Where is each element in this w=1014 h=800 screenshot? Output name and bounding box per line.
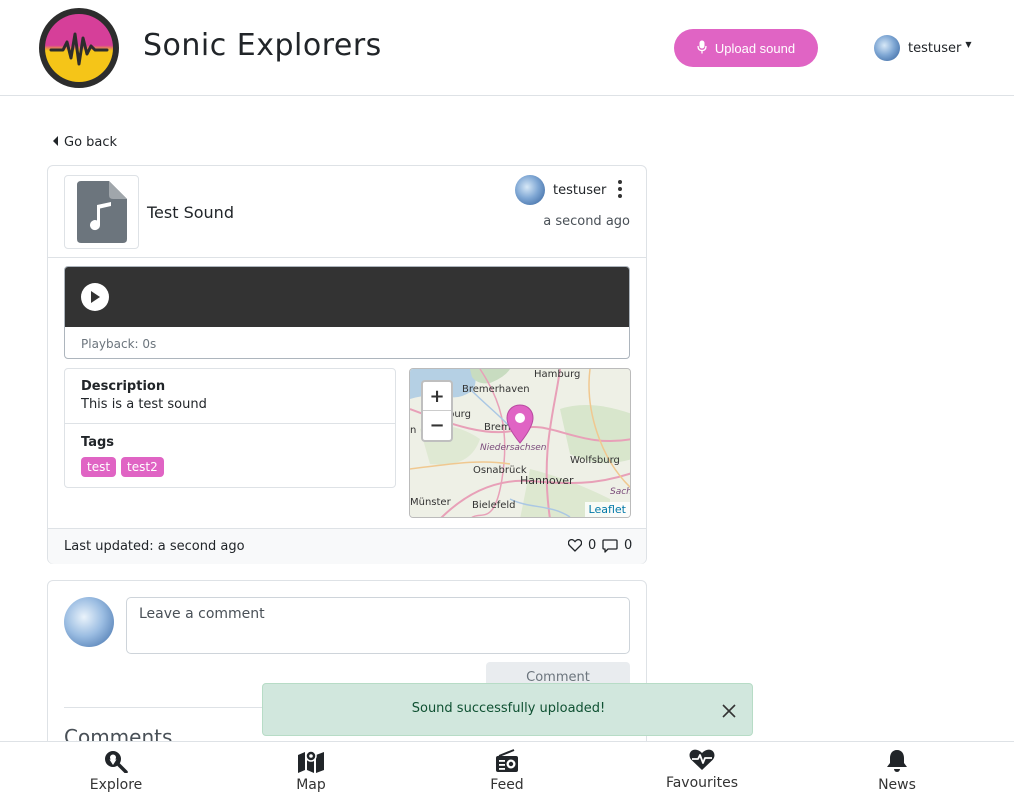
map-icon (298, 750, 324, 773)
audio-player: Playback: 0s (64, 266, 630, 359)
user-avatar (874, 35, 900, 61)
nav-feed-label: Feed (490, 777, 524, 793)
go-back-link[interactable]: Go back (53, 135, 117, 150)
nav-news-label: News (878, 777, 916, 793)
tag-list: test test2 (81, 457, 379, 477)
last-updated-text: Last updated: a second ago (64, 539, 245, 554)
leaflet-attribution-link[interactable]: Leaflet (584, 502, 630, 517)
zoom-in-button[interactable]: + (423, 382, 451, 411)
map-label: Bremerhaven (462, 384, 530, 395)
comment-icon (602, 538, 618, 553)
map-label: Sach (610, 487, 631, 497)
description-section: Description This is a test sound (65, 369, 395, 424)
current-user-avatar (64, 597, 114, 647)
app-logo[interactable] (39, 8, 119, 88)
chevron-left-icon (53, 135, 59, 150)
map-label: Osnabrück (473, 465, 527, 476)
radio-icon (496, 749, 518, 772)
map-label: Wolfsburg (570, 455, 620, 466)
description-text: This is a test sound (81, 397, 207, 412)
description-label: Description (81, 379, 166, 394)
tags-section: Tags test test2 (65, 425, 395, 487)
tag-chip[interactable]: test2 (121, 457, 164, 477)
tags-label: Tags (81, 435, 115, 450)
close-icon[interactable] (721, 703, 737, 719)
music-file-icon (76, 181, 127, 243)
success-toast: Sound successfully uploaded! (262, 683, 753, 736)
sound-card-footer: Last updated: a second ago 0 0 (48, 528, 646, 564)
bottom-navigation: Explore Map Feed Favourites News (0, 741, 1014, 800)
nav-map[interactable]: Map (251, 749, 371, 793)
nav-map-label: Map (296, 777, 326, 793)
comment-input[interactable] (126, 597, 630, 654)
waveform-area[interactable] (65, 267, 629, 327)
upload-sound-label: Upload sound (714, 40, 796, 56)
page: Sonic Explorers Upload sound testuser ▼ … (0, 0, 1014, 800)
map-label: n (410, 425, 417, 436)
zoom-out-button[interactable]: − (423, 411, 451, 440)
caret-down-icon: ▼ (965, 39, 972, 49)
sound-owner[interactable]: testuser (515, 175, 606, 205)
microphone-icon (697, 40, 707, 57)
sound-card: Test Sound testuser a second ago Playbac… (47, 165, 647, 564)
bell-icon (887, 750, 907, 772)
play-icon (91, 291, 100, 303)
nav-feed[interactable]: Feed (447, 749, 567, 793)
heart-icon (568, 539, 582, 552)
go-back-label: Go back (64, 135, 118, 150)
toast-message: Sound successfully uploaded! (411, 701, 606, 716)
map-label: Bielefeld (472, 500, 516, 511)
nav-news[interactable]: News (837, 749, 957, 793)
location-map[interactable]: Hamburg Bremerhaven Bremen Niedersachsen… (409, 368, 631, 518)
nav-explore[interactable]: Explore (56, 749, 176, 793)
like-button[interactable]: 0 (568, 538, 596, 553)
nav-favourites-label: Favourites (665, 775, 739, 791)
logo-icon (45, 14, 113, 82)
map-marker-icon[interactable] (506, 404, 534, 448)
username-label: testuser (908, 40, 962, 56)
top-navbar: Sonic Explorers Upload sound testuser ▼ (0, 0, 1014, 96)
upload-sound-button[interactable]: Upload sound (674, 29, 818, 67)
sound-thumbnail (64, 175, 139, 249)
owner-avatar (515, 175, 545, 205)
tag-chip[interactable]: test (81, 457, 117, 477)
owner-name: testuser (553, 182, 607, 198)
map-label: Münster (410, 497, 451, 508)
sound-card-header: Test Sound testuser a second ago (48, 166, 646, 258)
user-menu-dropdown[interactable]: testuser ▼ (874, 34, 971, 62)
heartbeat-icon (689, 749, 715, 770)
sound-details: Description This is a test sound Tags te… (64, 368, 396, 488)
comment-count: 0 (624, 538, 633, 553)
map-label: Hamburg (534, 369, 581, 380)
nav-favourites[interactable]: Favourites (642, 749, 762, 791)
sound-title: Test Sound (147, 203, 234, 222)
like-count: 0 (588, 538, 597, 553)
more-options-icon[interactable] (614, 180, 626, 198)
comment-count-button[interactable]: 0 (602, 538, 632, 553)
playback-time: Playback: 0s (81, 337, 157, 351)
map-label: Hannover (520, 474, 574, 487)
play-button[interactable] (81, 283, 109, 311)
zoom-control: + − (421, 380, 453, 442)
brand-title[interactable]: Sonic Explorers (143, 28, 382, 63)
search-location-icon (105, 751, 128, 773)
sound-timestamp: a second ago (543, 214, 630, 229)
nav-explore-label: Explore (89, 777, 143, 793)
